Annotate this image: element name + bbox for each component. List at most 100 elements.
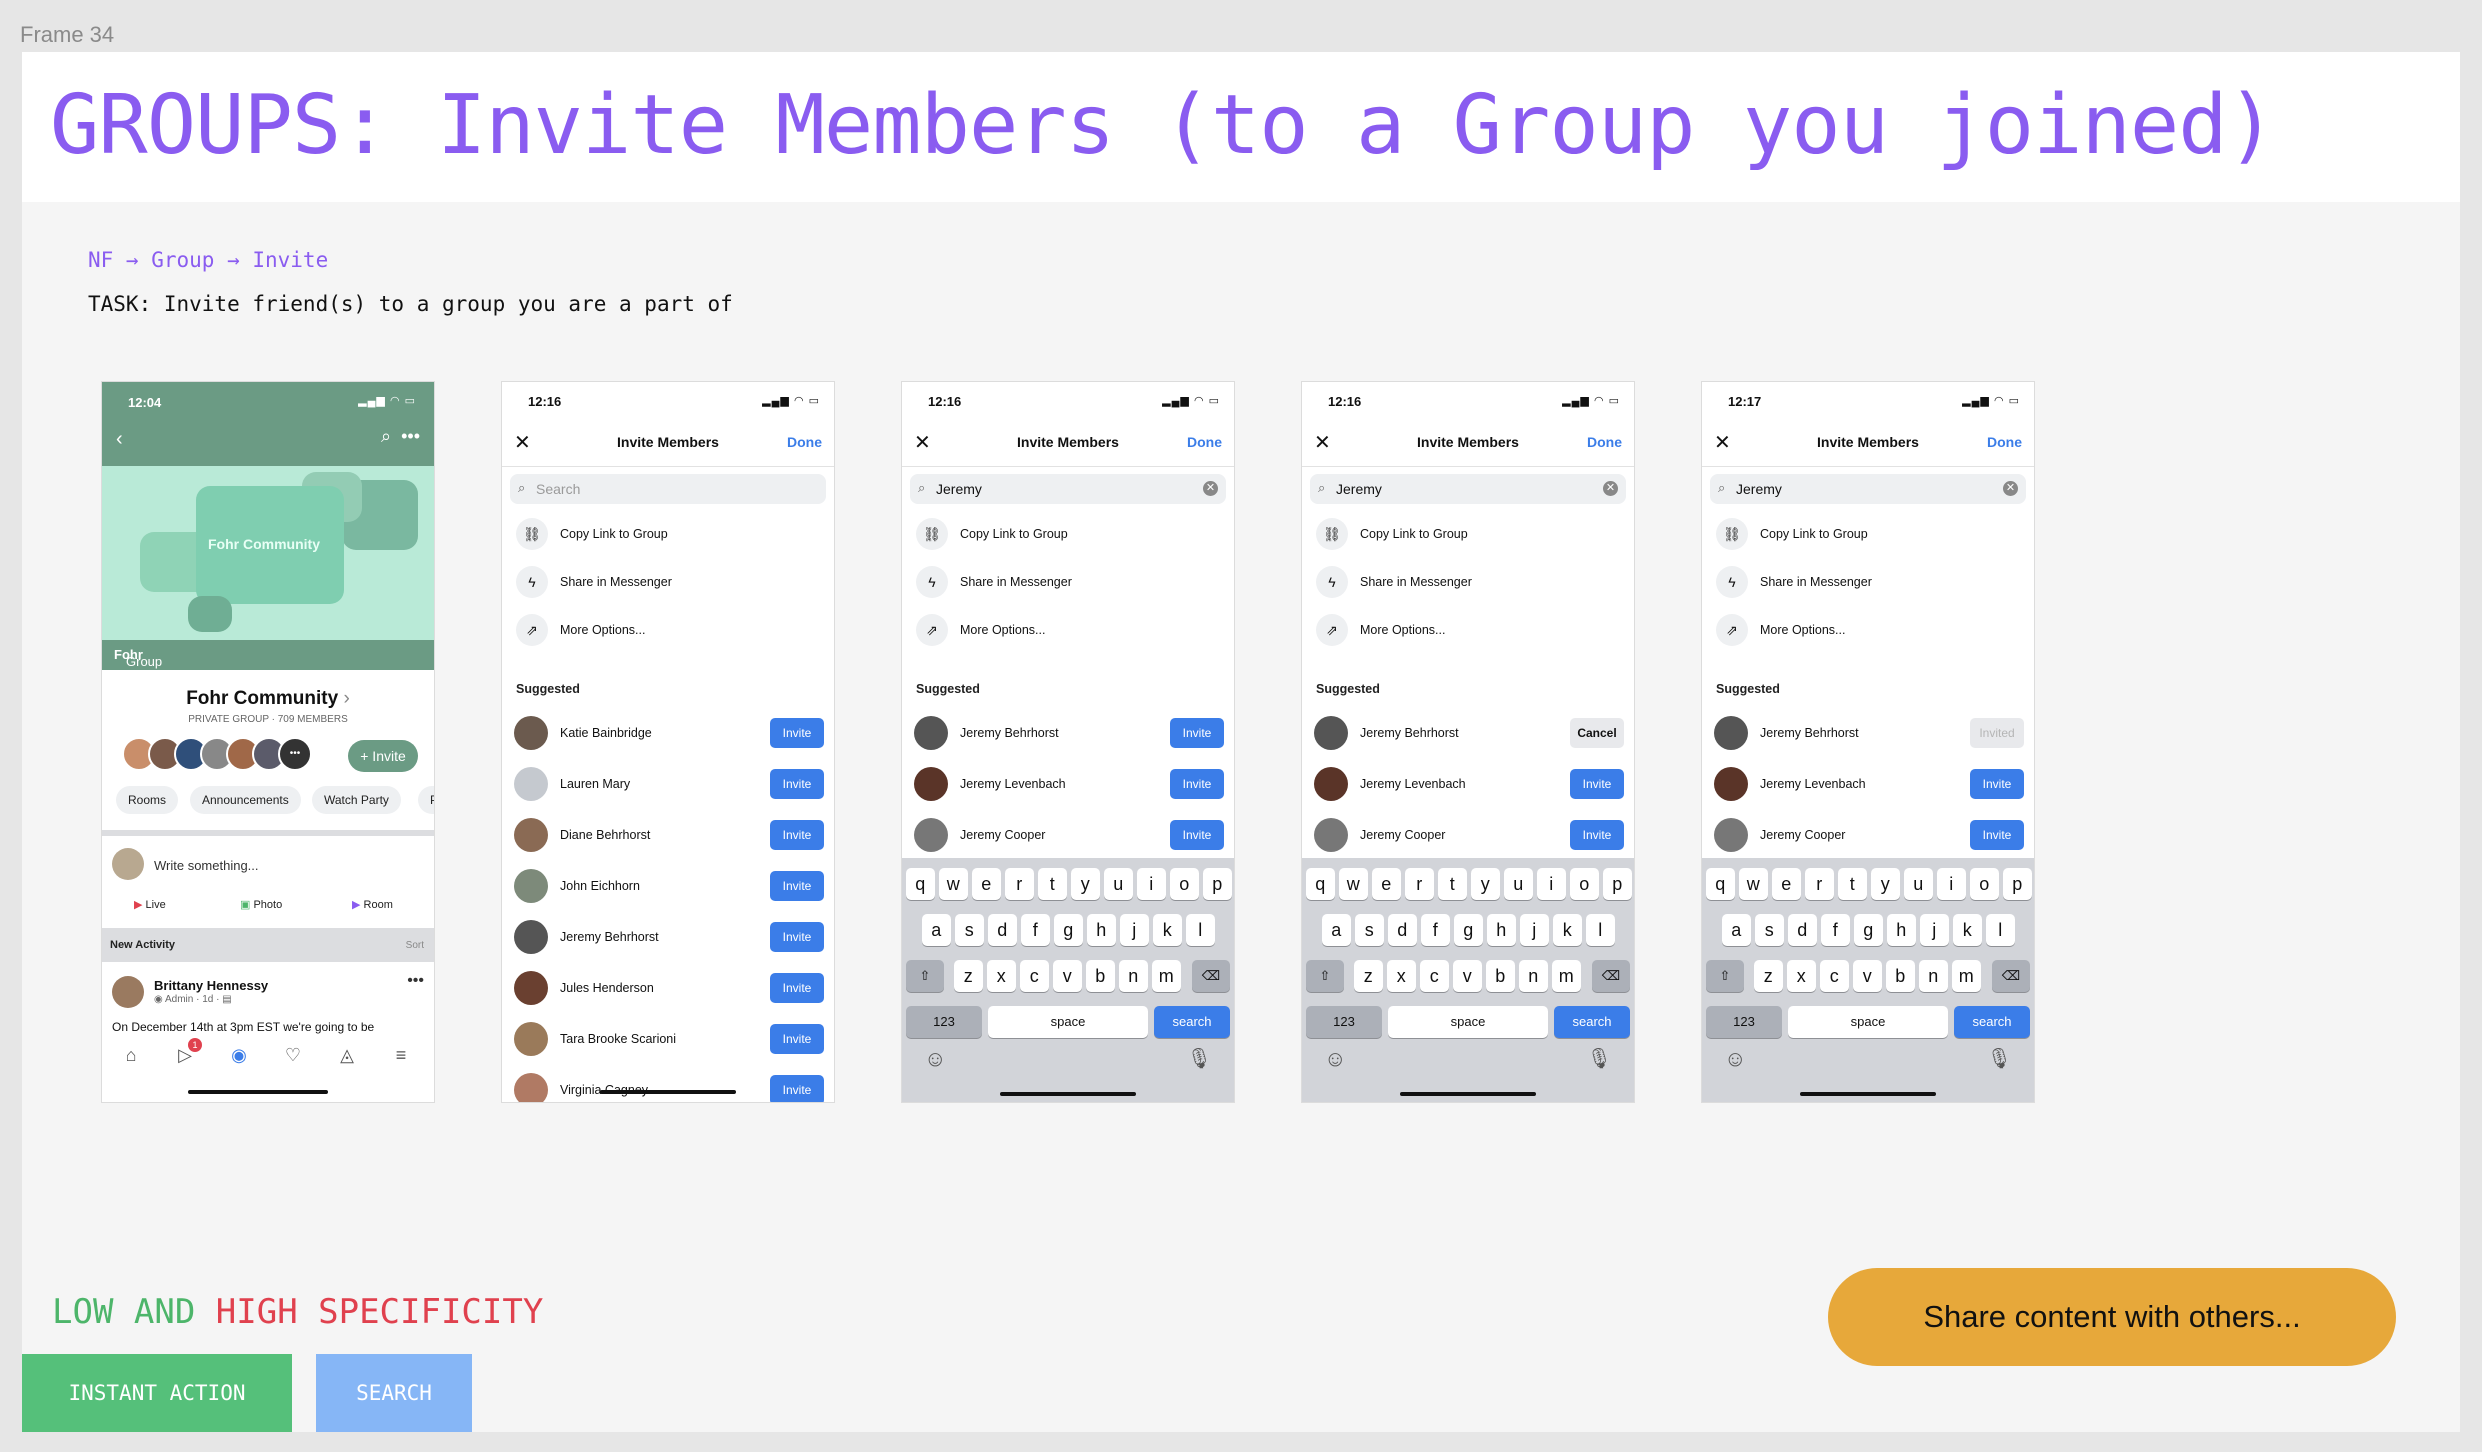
key-j[interactable]: j	[1920, 914, 1949, 946]
key-e[interactable]: e	[972, 868, 1001, 900]
invite-button[interactable]: Invite	[770, 871, 824, 901]
key-z[interactable]: z	[954, 960, 983, 992]
invite-button[interactable]: Invite	[770, 820, 824, 850]
key-f[interactable]: f	[1021, 914, 1050, 946]
search-key[interactable]: search	[1554, 1006, 1630, 1038]
invite-button[interactable]: Invite	[1570, 820, 1624, 850]
key-c[interactable]: c	[1420, 960, 1449, 992]
key-n[interactable]: n	[1119, 960, 1148, 992]
key-t[interactable]: t	[1838, 868, 1867, 900]
key-d[interactable]: d	[1388, 914, 1417, 946]
invite-button[interactable]: Invite	[1170, 820, 1224, 850]
home-icon[interactable]: ⌂	[118, 1042, 144, 1068]
key-s[interactable]: s	[1355, 914, 1384, 946]
key-h[interactable]: h	[1087, 914, 1116, 946]
watch-icon[interactable]: ▷ 1	[172, 1038, 202, 1068]
key-y[interactable]: y	[1071, 868, 1100, 900]
bell-icon[interactable]: ◬	[334, 1042, 360, 1068]
key-c[interactable]: c	[1820, 960, 1849, 992]
key-s[interactable]: s	[955, 914, 984, 946]
live-button[interactable]: ▶ Live	[134, 898, 166, 911]
room-button[interactable]: ▶ Room	[352, 898, 393, 911]
key-v[interactable]: v	[1053, 960, 1082, 992]
key-m[interactable]: m	[1952, 960, 1981, 992]
key-q[interactable]: q	[1706, 868, 1735, 900]
key-w[interactable]: w	[1739, 868, 1768, 900]
key-t[interactable]: t	[1438, 868, 1467, 900]
key-k[interactable]: k	[1553, 914, 1582, 946]
key-c[interactable]: c	[1020, 960, 1049, 992]
key-v[interactable]: v	[1853, 960, 1882, 992]
search-input[interactable]: ⌕ Search	[510, 474, 826, 504]
invite-button[interactable]: Invite	[770, 718, 824, 748]
post-author[interactable]: Brittany Hennessy	[154, 978, 268, 993]
search-input[interactable]: ⌕ Jeremy ✕	[1710, 474, 2026, 504]
key-r[interactable]: r	[1805, 868, 1834, 900]
key-x[interactable]: x	[1387, 960, 1416, 992]
key-d[interactable]: d	[988, 914, 1017, 946]
key-d[interactable]: d	[1788, 914, 1817, 946]
key-w[interactable]: w	[1339, 868, 1368, 900]
shift-key[interactable]: ⇧	[1706, 960, 1744, 992]
key-h[interactable]: h	[1887, 914, 1916, 946]
key-l[interactable]: l	[1986, 914, 2015, 946]
key-u[interactable]: u	[1504, 868, 1533, 900]
invite-button[interactable]: Invite	[1170, 769, 1224, 799]
key-g[interactable]: g	[1054, 914, 1083, 946]
key-j[interactable]: j	[1520, 914, 1549, 946]
key-s[interactable]: s	[1755, 914, 1784, 946]
key-u[interactable]: u	[1904, 868, 1933, 900]
microphone-icon[interactable]: 🎙	[1987, 1046, 2012, 1071]
clear-icon[interactable]: ✕	[1203, 481, 1218, 496]
menu-icon[interactable]: ≡	[388, 1042, 414, 1068]
key-y[interactable]: y	[1871, 868, 1900, 900]
invite-button[interactable]: Invite	[770, 1024, 824, 1054]
search-input[interactable]: ⌕ Jeremy ✕	[1310, 474, 1626, 504]
key-a[interactable]: a	[1322, 914, 1351, 946]
numbers-key[interactable]: 123	[1306, 1006, 1382, 1038]
key-b[interactable]: b	[1886, 960, 1915, 992]
key-z[interactable]: z	[1754, 960, 1783, 992]
group-name[interactable]: Fohr Community ›	[102, 688, 434, 710]
key-q[interactable]: q	[906, 868, 935, 900]
microphone-icon[interactable]: 🎙	[1187, 1046, 1212, 1071]
key-o[interactable]: o	[1170, 868, 1199, 900]
backspace-key[interactable]: ⌫	[1992, 960, 2030, 992]
back-icon[interactable]: ‹	[116, 428, 123, 451]
invite-button[interactable]: Invite	[1570, 769, 1624, 799]
key-n[interactable]: n	[1919, 960, 1948, 992]
groups-icon[interactable]: ◉	[226, 1042, 252, 1068]
space-key[interactable]: space	[1388, 1006, 1548, 1038]
more-icon[interactable]: •••	[401, 426, 420, 446]
invite-button[interactable]: Invite	[1170, 718, 1224, 748]
key-v[interactable]: v	[1453, 960, 1482, 992]
invite-button[interactable]: Invite	[1970, 820, 2024, 850]
shift-key[interactable]: ⇧	[906, 960, 944, 992]
key-p[interactable]: p	[1203, 868, 1232, 900]
key-z[interactable]: z	[1354, 960, 1383, 992]
key-x[interactable]: x	[987, 960, 1016, 992]
clear-icon[interactable]: ✕	[1603, 481, 1618, 496]
key-n[interactable]: n	[1519, 960, 1548, 992]
key-o[interactable]: o	[1970, 868, 1999, 900]
emoji-icon[interactable]: ☺	[924, 1046, 946, 1072]
key-f[interactable]: f	[1821, 914, 1850, 946]
key-k[interactable]: k	[1153, 914, 1182, 946]
space-key[interactable]: space	[988, 1006, 1148, 1038]
key-r[interactable]: r	[1005, 868, 1034, 900]
key-m[interactable]: m	[1152, 960, 1181, 992]
search-icon[interactable]: ⌕	[381, 426, 391, 446]
key-p[interactable]: p	[1603, 868, 1632, 900]
key-a[interactable]: a	[1722, 914, 1751, 946]
emoji-icon[interactable]: ☺	[1324, 1046, 1346, 1072]
dating-icon[interactable]: ♡	[280, 1042, 306, 1068]
key-e[interactable]: e	[1772, 868, 1801, 900]
key-w[interactable]: w	[939, 868, 968, 900]
key-p[interactable]: p	[2003, 868, 2032, 900]
invite-button[interactable]: Invite	[770, 769, 824, 799]
key-l[interactable]: l	[1186, 914, 1215, 946]
numbers-key[interactable]: 123	[906, 1006, 982, 1038]
key-f[interactable]: f	[1421, 914, 1450, 946]
key-h[interactable]: h	[1487, 914, 1516, 946]
key-g[interactable]: g	[1854, 914, 1883, 946]
